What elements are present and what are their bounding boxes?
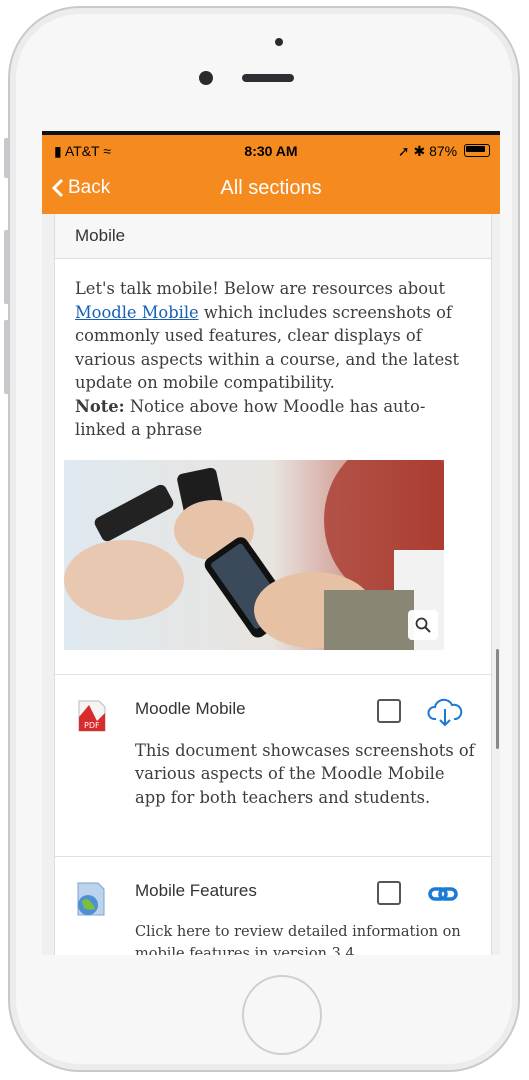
url-globe-icon [77, 882, 105, 915]
phone-screen: ▮ AT&T ≈ 8:30 AM ➚ ✱ 87% Back All sectio… [42, 131, 500, 955]
section-title: Mobile [55, 214, 491, 259]
phones-photo[interactable] [64, 459, 444, 650]
module-description: Click here to review detailed informatio… [135, 923, 461, 956]
note-label: Note: [75, 396, 125, 416]
volume-down-button [4, 320, 9, 394]
earpiece-speaker [242, 74, 294, 82]
module-title[interactable]: Moodle Mobile [135, 699, 246, 719]
scrollbar[interactable] [496, 649, 499, 749]
photo-image [64, 459, 444, 650]
page-title: All sections [220, 177, 322, 199]
battery-icon [464, 144, 490, 157]
location-icon: ➚ [397, 143, 410, 159]
magnifier-icon [415, 617, 431, 633]
bluetooth-icon: ✱ [413, 143, 426, 159]
nav-bar: Back All sections [42, 165, 500, 214]
home-button[interactable] [242, 975, 322, 1055]
link-icon[interactable] [427, 879, 459, 909]
zoom-button[interactable] [408, 609, 438, 640]
battery-percent: 87% [429, 143, 458, 159]
front-sensor [275, 38, 283, 46]
cloud-download-icon[interactable] [427, 697, 463, 727]
mute-switch [4, 138, 9, 178]
svg-text:PDF: PDF [84, 721, 100, 730]
module-description: This document showcases screenshots of v… [135, 740, 475, 807]
completion-checkbox[interactable] [377, 698, 401, 723]
section-summary: Let's talk mobile! Below are resources a… [75, 279, 460, 439]
status-right: ➚ ✱ 87% [398, 143, 490, 160]
section-content: Mobile Let's talk mobile! Below are reso… [54, 214, 492, 955]
module-title[interactable]: Mobile Features [135, 881, 257, 901]
status-bar: ▮ AT&T ≈ 8:30 AM ➚ ✱ 87% [42, 131, 500, 165]
pdf-file-icon: PDF [78, 700, 106, 731]
volume-up-button [4, 230, 9, 304]
module-moodle-mobile[interactable]: PDF Moodle Mobile This document showcase… [55, 675, 491, 857]
moodle-mobile-link[interactable]: Moodle Mobile [75, 303, 199, 322]
module-mobile-features[interactable]: Mobile Features Click here to review det… [55, 857, 491, 956]
completion-checkbox[interactable] [377, 880, 401, 905]
front-camera [199, 71, 213, 85]
